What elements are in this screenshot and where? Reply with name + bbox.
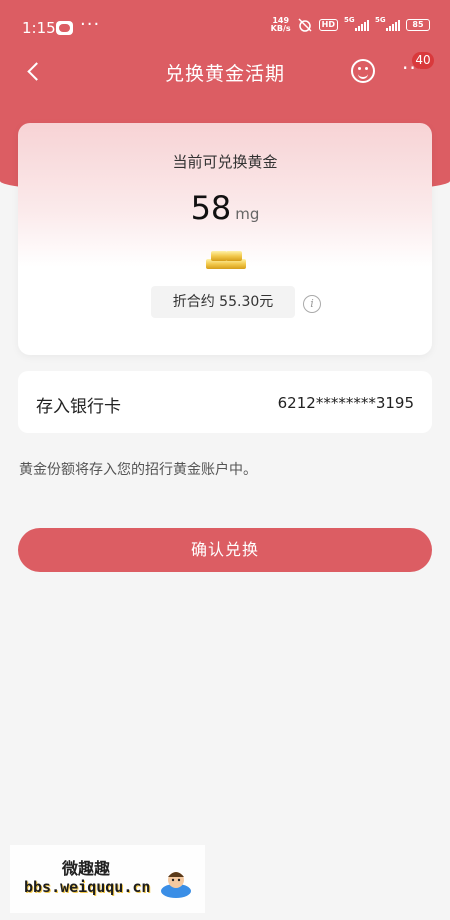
status-indicators: 149 KB/s HD 5G 5G 85 (271, 16, 430, 33)
status-time: 1:15 (22, 19, 56, 37)
watermark-mascot-icon (161, 872, 191, 898)
status-bar: 1:15 ··· 149 KB/s HD 5G 5G 85 (0, 0, 450, 40)
wechat-notification-icon (56, 21, 73, 35)
more-notifications-icon: ··· (80, 14, 101, 35)
info-icon[interactable]: i (303, 295, 321, 313)
signal-label-2: 5G (375, 16, 386, 24)
page-title: 兑换黄金活期 (164, 63, 285, 85)
signal-icon: 5G (344, 16, 369, 31)
notification-badge: 40 (412, 52, 434, 69)
network-speed: 149 KB/s (271, 17, 291, 33)
gold-balance-card: 当前可兑换黄金 58 mg 折合约 55.30元 i (18, 123, 432, 355)
watermark: 微趣趣 bbs.weiququ.cn (10, 845, 205, 913)
smile-service-icon[interactable] (351, 59, 375, 83)
signal-label: 5G (344, 16, 355, 24)
bank-card-number: 6212********3195 (277, 394, 414, 412)
gold-amount-unit: mg (235, 205, 260, 223)
deposit-note: 黄金份额将存入您的招行黄金账户中。 (19, 462, 257, 478)
equivalent-value: 折合约 55.30元 (151, 286, 295, 318)
gold-amount: 58 mg (18, 189, 432, 227)
gold-amount-value: 58 (190, 189, 232, 227)
network-speed-unit: KB/s (270, 24, 291, 33)
confirm-exchange-button[interactable]: 确认兑换 (18, 528, 432, 572)
battery-icon: 85 (406, 19, 430, 31)
hd-icon: HD (318, 19, 338, 31)
navigation-bar: 兑换黄金活期 ··· (0, 50, 450, 94)
signal-icon-2: 5G (375, 16, 400, 31)
watermark-url: bbs.weiququ.cn (24, 878, 151, 896)
gold-bars-icon (204, 245, 248, 271)
watermark-title: 微趣趣 (62, 859, 111, 878)
exchangeable-gold-label: 当前可兑换黄金 (172, 153, 278, 171)
alarm-off-icon (298, 18, 312, 32)
deposit-bank-card-row[interactable]: 存入银行卡 6212********3195 (18, 371, 432, 433)
deposit-bank-card-label: 存入银行卡 (36, 397, 121, 417)
